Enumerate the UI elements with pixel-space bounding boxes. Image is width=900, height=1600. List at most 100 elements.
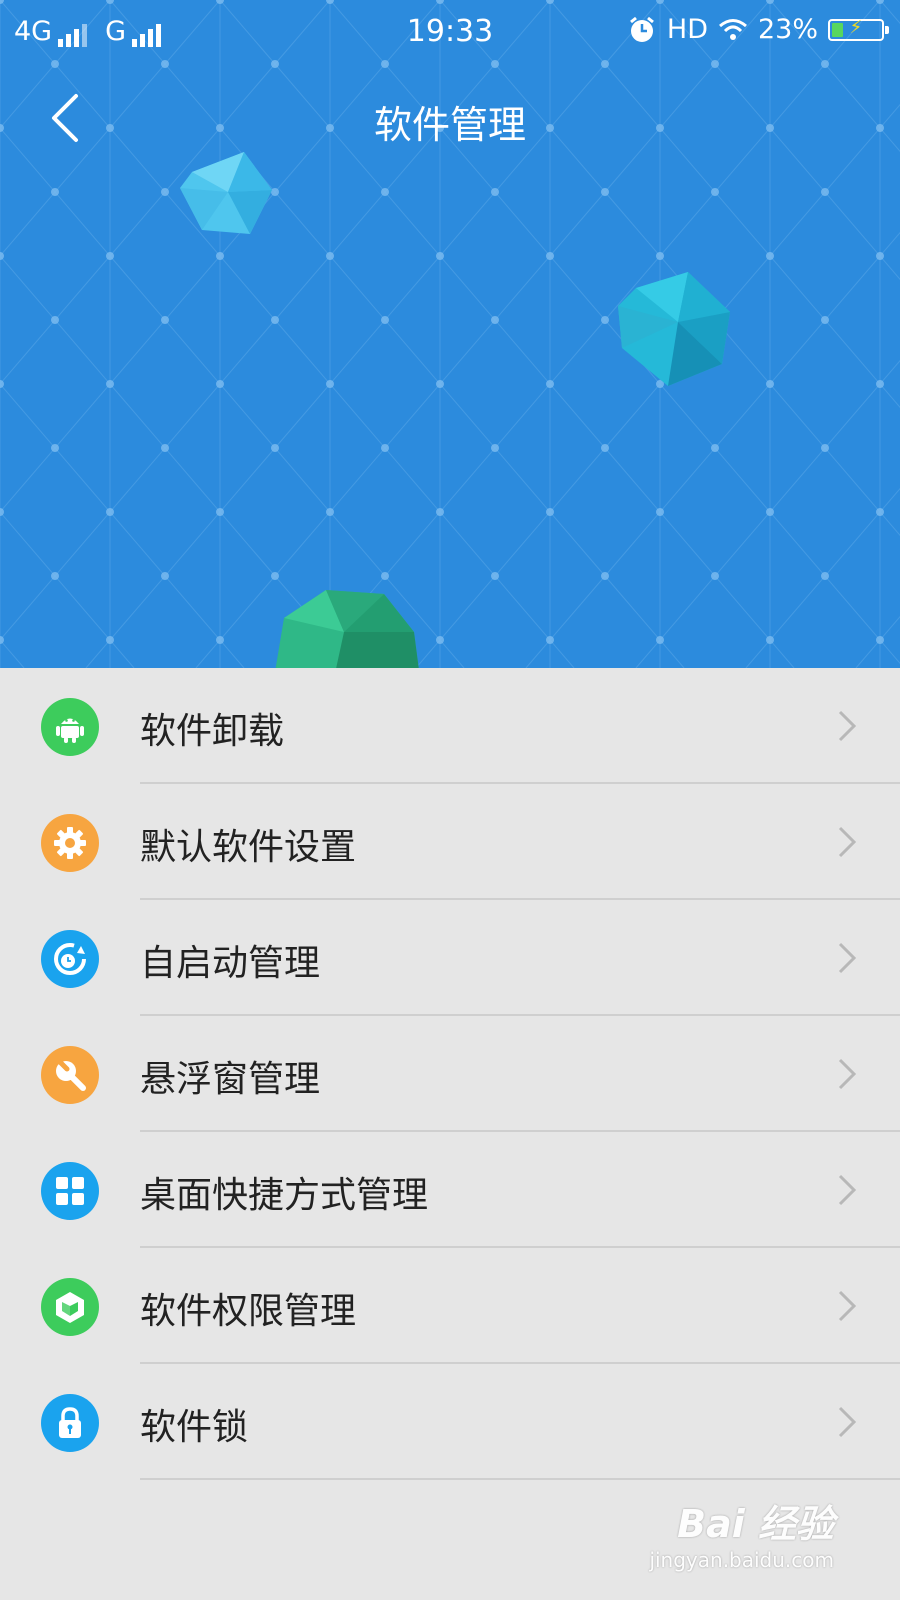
grid-dot [711, 188, 719, 196]
wifi-icon [719, 18, 747, 40]
gear-icon [41, 814, 99, 872]
menu-item-floating-window[interactable]: 悬浮窗管理 [0, 1016, 900, 1132]
grid-dot [216, 636, 224, 644]
grid-dot [601, 444, 609, 452]
gem-decoration-3 [275, 590, 419, 668]
grid-dot [711, 444, 719, 452]
grid-dot [491, 444, 499, 452]
menu-item-uninstall[interactable]: 软件卸载 [0, 668, 900, 784]
grid-dot [51, 188, 59, 196]
grid-dot [106, 508, 114, 516]
shield-cube-icon [41, 1278, 99, 1336]
grid-dot [766, 636, 774, 644]
divider [140, 1478, 900, 1480]
grid-dot [106, 636, 114, 644]
grid-dot [0, 252, 4, 260]
menu-item-app-lock[interactable]: 软件锁 [0, 1364, 900, 1480]
grid-dot [821, 316, 829, 324]
grid-dot [216, 380, 224, 388]
menu-item-label: 默认软件设置 [140, 827, 357, 868]
battery-charging-icon: ⚡ [828, 17, 889, 41]
menu-item-label: 自启动管理 [140, 943, 321, 984]
grid-dot [51, 572, 59, 580]
grid-dot [766, 380, 774, 388]
battery-percent: 23% [757, 14, 818, 45]
menu-item-label: 软件卸载 [140, 711, 285, 752]
grid-dot [0, 636, 4, 644]
grid-dot [436, 636, 444, 644]
watermark-brand: Bai 经验 [677, 1502, 834, 1546]
grid-dot [546, 252, 554, 260]
grid-dot [491, 572, 499, 580]
grid-dot [51, 316, 59, 324]
menu-list: 软件卸载 默认软件设置 自启动管理 悬浮窗管理 桌面快捷方式管理 软件权限管理 … [0, 668, 900, 1480]
grid-dot [601, 188, 609, 196]
grid-dot [106, 252, 114, 260]
chevron-right-icon [838, 942, 857, 974]
menu-item-label: 软件锁 [140, 1407, 249, 1448]
grid-dot [491, 188, 499, 196]
grid-dot [161, 572, 169, 580]
chevron-right-icon [838, 1174, 857, 1206]
menu-item-label: 软件权限管理 [140, 1291, 357, 1332]
grid-dot [326, 508, 334, 516]
chevron-right-icon [838, 826, 857, 858]
menu-item-autostart[interactable]: 自启动管理 [0, 900, 900, 1016]
grid-dot [271, 444, 279, 452]
grid-dot [0, 380, 4, 388]
title-bar: 软件管理 [0, 80, 900, 156]
grid-dot [436, 380, 444, 388]
menu-item-permissions[interactable]: 软件权限管理 [0, 1248, 900, 1364]
menu-item-label: 桌面快捷方式管理 [140, 1175, 429, 1216]
grid-dot [436, 252, 444, 260]
grid-dot [601, 572, 609, 580]
gem-decoration-2 [618, 272, 730, 386]
menu-item-default-apps[interactable]: 默认软件设置 [0, 784, 900, 900]
grid-dot [161, 316, 169, 324]
header-banner: 4G G 19:33 HD 23% ⚡ 软件管理 [0, 0, 900, 668]
autostart-icon [41, 930, 99, 988]
grid-dot [876, 636, 884, 644]
hd-indicator: HD [666, 14, 708, 45]
grid-dot [491, 316, 499, 324]
grid-dot [106, 380, 114, 388]
grid-dot [161, 188, 169, 196]
alarm-icon [629, 16, 654, 42]
menu-item-desktop-shortcuts[interactable]: 桌面快捷方式管理 [0, 1132, 900, 1248]
grid-dot [326, 380, 334, 388]
grid-dot [876, 508, 884, 516]
grid-dot [51, 444, 59, 452]
chevron-right-icon [838, 1406, 857, 1438]
page-title: 软件管理 [373, 103, 526, 147]
grid-dot [381, 316, 389, 324]
grid-dot [711, 572, 719, 580]
gem-decoration-1 [180, 152, 272, 234]
status-bar: 4G G 19:33 HD 23% ⚡ [0, 0, 900, 64]
watermark: Bai 经验 jingyan.baidu.com [649, 1493, 834, 1572]
grid-dot [601, 316, 609, 324]
grid-dot [821, 572, 829, 580]
grid-dot [216, 508, 224, 516]
menu-item-label: 悬浮窗管理 [140, 1059, 321, 1100]
grid-dot [821, 188, 829, 196]
lock-icon [41, 1394, 99, 1452]
grid-dot [271, 572, 279, 580]
grid-dot [656, 252, 664, 260]
grid-icon [41, 1162, 99, 1220]
grid-dot [0, 508, 4, 516]
grid-dot [766, 252, 774, 260]
grid-dot [216, 252, 224, 260]
grid-dot [656, 508, 664, 516]
android-icon [41, 698, 99, 756]
grid-dot [656, 636, 664, 644]
grid-dot [546, 380, 554, 388]
grid-dot [436, 508, 444, 516]
grid-dot [161, 444, 169, 452]
grid-dot [546, 508, 554, 516]
chevron-right-icon [838, 1290, 857, 1322]
grid-dot [381, 444, 389, 452]
wrench-icon [41, 1046, 99, 1104]
watermark-url: jingyan.baidu.com [649, 1548, 834, 1572]
grid-dot [326, 252, 334, 260]
grid-dot [546, 636, 554, 644]
